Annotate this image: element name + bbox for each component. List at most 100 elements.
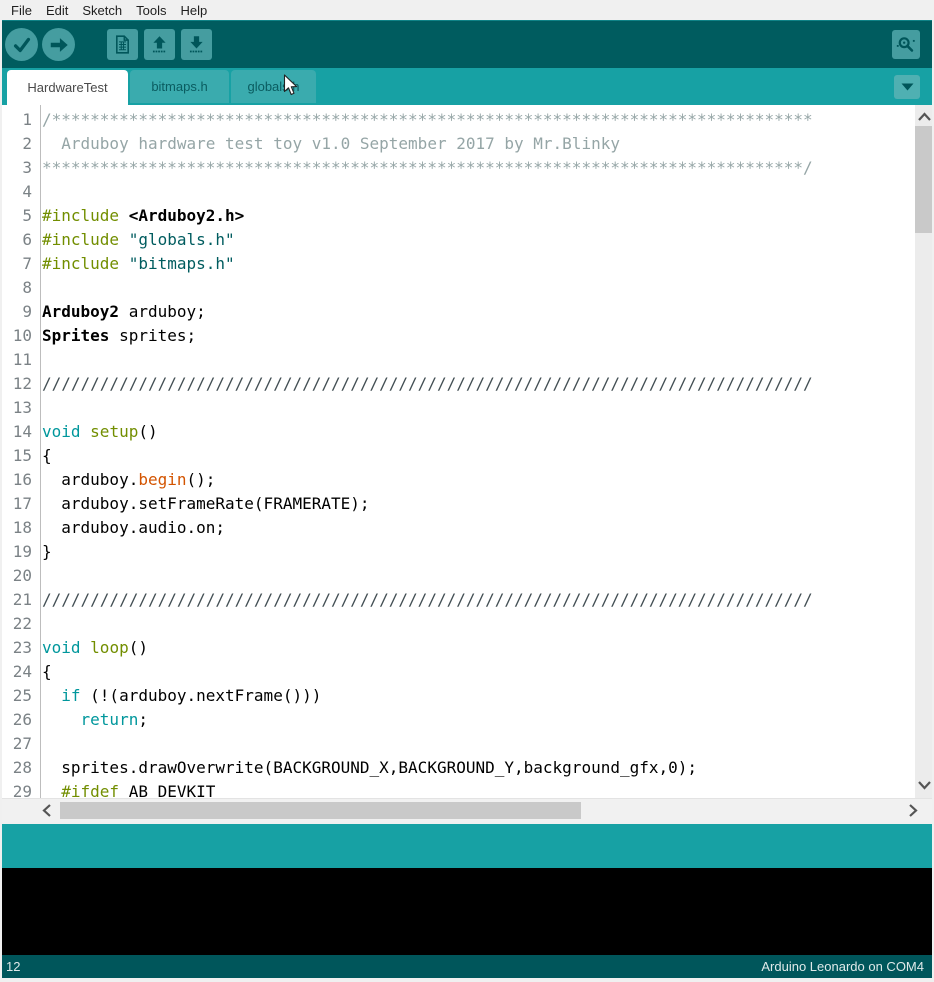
scroll-down-icon[interactable] (917, 780, 932, 790)
line-number: 17 (0, 492, 40, 516)
magnifier-icon (895, 34, 917, 56)
line-number: 6 (0, 228, 40, 252)
window-edge-left (0, 20, 2, 982)
code-line: 27 (0, 732, 915, 756)
code-line: 2 Arduboy hardware test toy v1.0 Septemb… (0, 132, 915, 156)
code-line: 19} (0, 540, 915, 564)
upload-button[interactable] (42, 28, 75, 61)
code-line: 18 arduboy.audio.on; (0, 516, 915, 540)
code-text[interactable]: Arduboy hardware test toy v1.0 September… (40, 132, 620, 156)
code-line: 21//////////////////////////////////////… (0, 588, 915, 612)
line-number: 3 (0, 156, 40, 180)
code-text[interactable]: { (40, 444, 52, 468)
arrow-down-tray-icon (186, 34, 207, 55)
line-number: 20 (0, 564, 40, 588)
line-number: 28 (0, 756, 40, 780)
line-number: 1 (0, 108, 40, 132)
status-bar: 12 Arduino Leonardo on COM4 (0, 955, 934, 978)
code-text[interactable]: ****************************************… (40, 156, 813, 180)
gutter-separator (40, 105, 41, 798)
editor-region: 1/**************************************… (0, 105, 934, 798)
code-text[interactable]: /***************************************… (40, 108, 813, 132)
code-line: 12//////////////////////////////////////… (0, 372, 915, 396)
line-number: 11 (0, 348, 40, 372)
tab-globals-h[interactable]: globals.h (231, 70, 316, 103)
menu-tools[interactable]: Tools (129, 1, 173, 20)
code-line: 20 (0, 564, 915, 588)
code-line: 13 (0, 396, 915, 420)
scroll-up-icon[interactable] (917, 112, 932, 122)
horizontal-scrollbar[interactable] (0, 798, 934, 822)
menu-sketch[interactable]: Sketch (75, 1, 129, 20)
line-number: 22 (0, 612, 40, 636)
tab-label: bitmaps.h (151, 79, 207, 94)
toolbar (0, 20, 934, 68)
code-line: 10Sprites sprites; (0, 324, 915, 348)
code-line: 22 (0, 612, 915, 636)
scroll-left-icon[interactable] (42, 803, 52, 818)
code-text[interactable]: #include "bitmaps.h" (40, 252, 235, 276)
line-number: 25 (0, 684, 40, 708)
console-output (0, 868, 934, 955)
tab-bitmaps-h[interactable]: bitmaps.h (130, 70, 229, 103)
code-line: 26 return; (0, 708, 915, 732)
code-text[interactable]: } (40, 540, 52, 564)
menu-bar: File Edit Sketch Tools Help (0, 0, 934, 20)
code-text[interactable]: arduboy.setFrameRate(FRAMERATE); (40, 492, 370, 516)
line-number: 10 (0, 324, 40, 348)
line-number: 13 (0, 396, 40, 420)
tab-hardwaretest[interactable]: HardwareTest (7, 70, 128, 105)
code-text[interactable]: return; (40, 708, 148, 732)
line-number: 23 (0, 636, 40, 660)
line-number: 16 (0, 468, 40, 492)
code-line: 9Arduboy2 arduboy; (0, 300, 915, 324)
menu-edit[interactable]: Edit (39, 1, 75, 20)
code-text[interactable]: Arduboy2 arduboy; (40, 300, 206, 324)
code-text[interactable]: arduboy.begin(); (40, 468, 215, 492)
code-line: 15{ (0, 444, 915, 468)
horizontal-scrollbar-thumb[interactable] (60, 802, 581, 819)
line-number: 12 (0, 372, 40, 396)
code-text[interactable]: #include "globals.h" (40, 228, 235, 252)
code-line: 23void loop() (0, 636, 915, 660)
verify-button[interactable] (5, 28, 38, 61)
menu-help[interactable]: Help (173, 1, 214, 20)
code-text[interactable]: #ifdef AB_DEVKIT (40, 780, 215, 798)
open-sketch-button[interactable] (144, 29, 175, 60)
line-number: 4 (0, 180, 40, 204)
code-text[interactable]: #include <Arduboy2.h> (40, 204, 244, 228)
code-text[interactable]: void setup() (40, 420, 158, 444)
new-sketch-button[interactable] (107, 29, 138, 60)
serial-monitor-button[interactable] (892, 30, 920, 59)
line-number: 8 (0, 276, 40, 300)
line-number: 2 (0, 132, 40, 156)
line-number: 26 (0, 708, 40, 732)
tab-menu-button[interactable] (894, 75, 920, 99)
code-line: 29 #ifdef AB_DEVKIT (0, 780, 915, 798)
menu-file[interactable]: File (4, 1, 39, 20)
tab-bar: HardwareTest bitmaps.h globals.h (0, 68, 934, 105)
save-sketch-button[interactable] (181, 29, 212, 60)
code-text[interactable]: if (!(arduboy.nextFrame())) (40, 684, 321, 708)
chevron-down-icon (901, 83, 914, 91)
code-line: 28 sprites.drawOverwrite(BACKGROUND_X,BA… (0, 756, 915, 780)
code-text[interactable]: { (40, 660, 52, 684)
code-line: 11 (0, 348, 915, 372)
code-text[interactable]: sprites.drawOverwrite(BACKGROUND_X,BACKG… (40, 756, 697, 780)
tab-label: HardwareTest (27, 80, 107, 95)
code-text[interactable]: ////////////////////////////////////////… (40, 588, 813, 612)
line-number: 29 (0, 780, 40, 798)
check-icon (11, 34, 33, 56)
code-text[interactable]: void loop() (40, 636, 148, 660)
window-edge-bottom (0, 978, 934, 982)
code-editor[interactable]: 1/**************************************… (0, 105, 915, 798)
code-line: 4 (0, 180, 915, 204)
code-line: 16 arduboy.begin(); (0, 468, 915, 492)
code-text[interactable]: Sprites sprites; (40, 324, 196, 348)
line-number: 7 (0, 252, 40, 276)
code-text[interactable]: arduboy.audio.on; (40, 516, 225, 540)
scroll-right-icon[interactable] (908, 803, 918, 818)
code-text[interactable]: ////////////////////////////////////////… (40, 372, 813, 396)
code-line: 6#include "globals.h" (0, 228, 915, 252)
line-number: 19 (0, 540, 40, 564)
